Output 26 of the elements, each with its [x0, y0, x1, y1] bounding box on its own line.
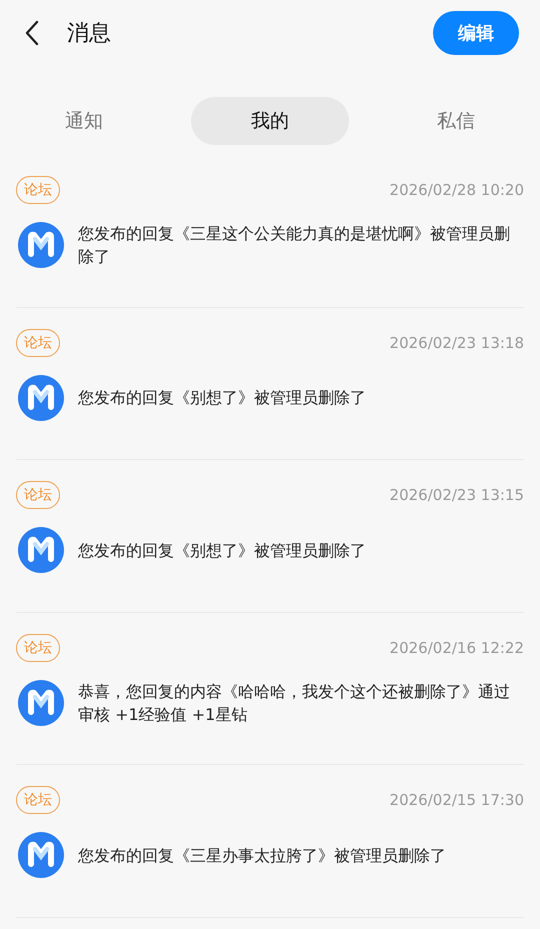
forum-tag: 论坛: [16, 634, 60, 662]
forum-tag: 论坛: [16, 328, 60, 356]
app-logo-icon: [18, 222, 64, 268]
timestamp: 2026/02/23 13:15: [390, 486, 524, 504]
timestamp: 2026/02/16 12:22: [390, 638, 524, 656]
message-text: 您发布的回复《三星办事太拉胯了》被管理员删除了: [78, 844, 447, 866]
message-text: 恭喜，您回复的内容《哈哈哈，我发个这个还被删除了》通过审核 +1经验值 +1星钻: [78, 680, 511, 726]
tab[interactable]: 通知: [5, 97, 163, 145]
message-text: 您发布的回复《三星这个公关能力真的是堪忧啊》被管理员删除了: [78, 223, 511, 268]
tab[interactable]: 我的: [191, 97, 349, 145]
app-logo-icon: [18, 527, 64, 573]
forum-tag: 论坛: [16, 481, 60, 509]
message-text: 您发布的回复《别想了》被管理员删除了: [78, 387, 367, 409]
tab[interactable]: 私信: [377, 97, 535, 145]
forum-tag: 论坛: [16, 176, 60, 204]
message-text: 您发布的回复《别想了》被管理员删除了: [78, 540, 367, 562]
forum-tag: 论坛: [16, 786, 60, 814]
timestamp: 2026/02/28 10:20: [390, 181, 524, 199]
app-logo-icon: [18, 680, 64, 726]
timestamp: 2026/02/15 17:30: [390, 791, 524, 809]
app-logo-icon: [18, 832, 64, 878]
app-logo-icon: [18, 374, 64, 420]
timestamp: 2026/02/23 13:18: [390, 334, 524, 352]
edit-button[interactable]: 编辑: [433, 11, 519, 55]
page-title: 消息: [67, 20, 112, 48]
back-icon[interactable]: [24, 19, 40, 47]
